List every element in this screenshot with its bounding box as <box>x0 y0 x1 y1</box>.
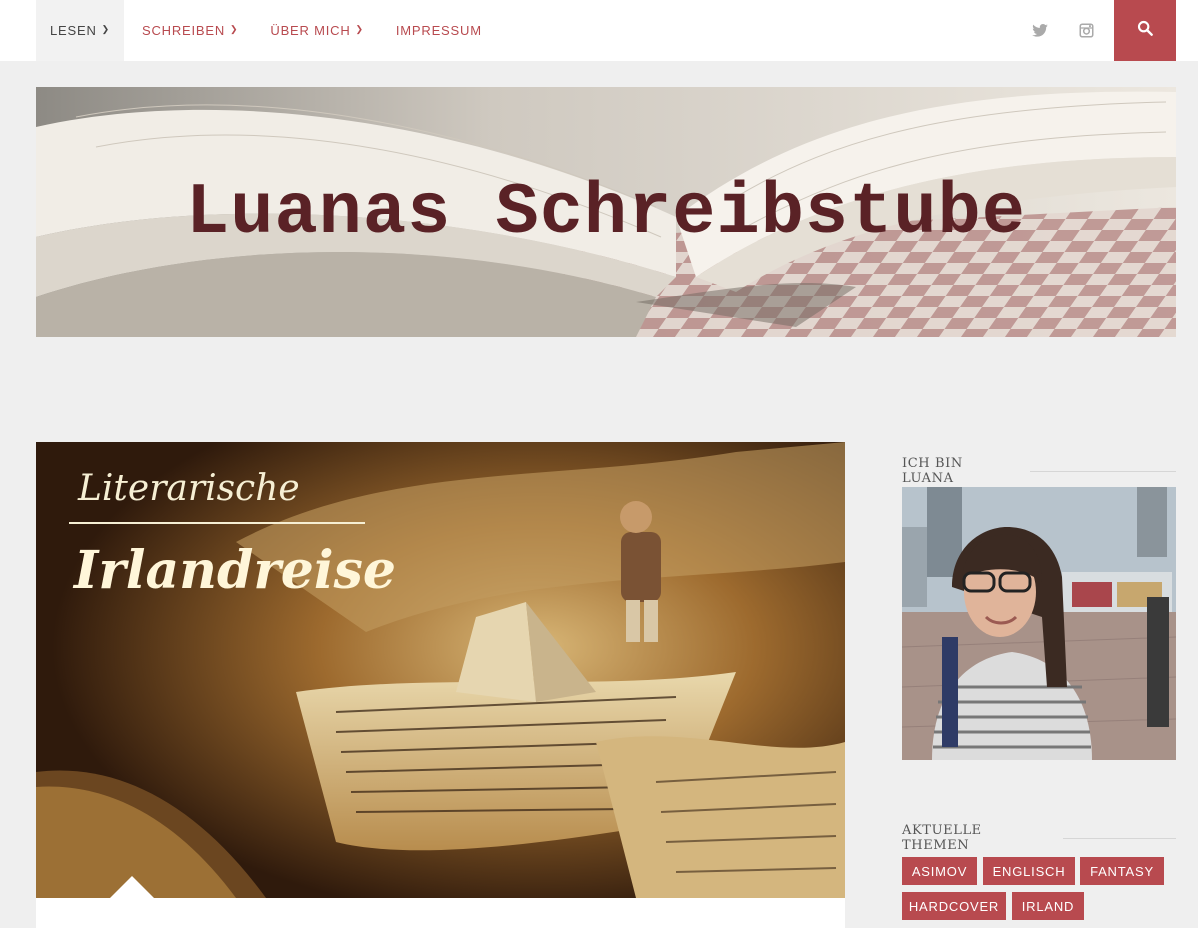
top-navigation-bar: LESEN ❯ SCHREIBEN ❯ ÜBER MICH ❯ IMPRESSUM <box>0 0 1198 61</box>
chevron-down-icon: ❯ <box>230 24 239 34</box>
nav-item-impressum[interactable]: IMPRESSUM <box>382 0 496 61</box>
tag-fantasy[interactable]: FANTASY <box>1080 857 1164 885</box>
post-card <box>36 898 845 928</box>
tag-englisch[interactable]: ENGLISCH <box>983 857 1075 885</box>
paper-boat-illustration <box>36 442 845 898</box>
portrait-image <box>902 487 1176 760</box>
search-icon <box>1137 20 1153 41</box>
topics-widget-title: AKTUELLE THEMEN <box>902 823 1176 853</box>
tag-hardcover[interactable]: HARDCOVER <box>902 892 1006 920</box>
widget-title-text: AKTUELLE THEMEN <box>902 823 982 853</box>
main-menu: LESEN ❯ SCHREIBEN ❯ ÜBER MICH ❯ IMPRESSUM <box>36 0 496 61</box>
search-button[interactable] <box>1114 0 1176 61</box>
nav-item-schreiben[interactable]: SCHREIBEN ❯ <box>128 0 252 61</box>
post-card-pointer <box>110 876 154 898</box>
nav-label: IMPRESSUM <box>395 23 482 38</box>
nav-label: SCHREIBEN <box>141 23 226 38</box>
featured-post-image[interactable] <box>36 442 845 898</box>
instagram-icon[interactable] <box>1079 0 1097 61</box>
chevron-down-icon: ❯ <box>355 24 364 34</box>
header-banner[interactable]: Luanas Schreibstube <box>36 87 1176 337</box>
divider <box>1030 470 1176 472</box>
chevron-down-icon: ❯ <box>101 24 110 34</box>
divider <box>1063 837 1176 839</box>
nav-label: LESEN <box>50 23 97 38</box>
tag-irland[interactable]: IRLAND <box>1012 892 1084 920</box>
post-image-title-line2: Irlandreise <box>74 540 396 601</box>
tag-asimov[interactable]: ASIMOV <box>902 857 977 885</box>
twitter-icon[interactable] <box>1032 0 1052 61</box>
profile-photo[interactable] <box>902 487 1176 760</box>
about-widget-title: ICH BIN LUANA <box>902 456 1176 486</box>
nav-label: ÜBER MICH <box>270 23 351 38</box>
post-image-title-line1: Literarische <box>78 468 300 509</box>
title-divider <box>69 522 365 524</box>
nav-item-ueber-mich[interactable]: ÜBER MICH ❯ <box>256 0 378 61</box>
site-title: Luanas Schreibstube <box>186 172 1026 254</box>
widget-title-text: ICH BIN LUANA <box>902 456 963 486</box>
nav-item-lesen[interactable]: LESEN ❯ <box>36 0 124 61</box>
